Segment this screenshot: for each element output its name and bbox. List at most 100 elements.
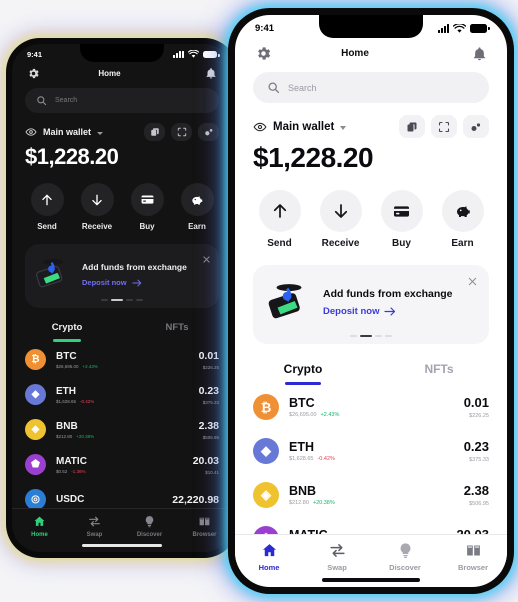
bell-icon[interactable]	[205, 67, 217, 80]
token-change: +2.43%	[320, 412, 340, 418]
nav-item-swap[interactable]: Swap	[303, 542, 371, 572]
content-tabs: Crypto NFTs	[235, 362, 507, 385]
nav-item-discover[interactable]: Discover	[371, 542, 439, 572]
app-screen-dark: 9:41 Home Search Main wallet $1,228.20 S…	[12, 44, 232, 552]
wallet-actions	[144, 123, 219, 141]
bottom-nav: Home Swap Discover Browser	[12, 508, 232, 540]
token-info: MATIC $0.52 -1.36%	[56, 456, 193, 474]
wallet-selector[interactable]: Main wallet	[253, 120, 347, 134]
carousel-dot[interactable]	[375, 334, 382, 337]
carousel-dot-active[interactable]	[111, 298, 123, 301]
table-row[interactable]: ◆ ETH $1,628.65 -0.42% 0.23 $375.33	[12, 377, 232, 412]
close-icon[interactable]	[467, 274, 478, 292]
nav-item-home[interactable]: Home	[12, 515, 67, 538]
close-icon[interactable]	[202, 251, 211, 269]
buy-button[interactable]: Buy	[380, 190, 423, 249]
phone-deposit-illustration	[265, 279, 313, 326]
token-list: ₿ BTC $26,695.00 +2.43% 0.01 $226.25 ◆ E…	[12, 342, 232, 508]
search-bar[interactable]: Search	[253, 72, 489, 103]
carousel-dot[interactable]	[350, 334, 357, 337]
nav-label: Browser	[192, 532, 217, 538]
credit-card-icon	[380, 190, 423, 232]
token-amount: 0.23	[198, 384, 219, 397]
page-title: Home	[341, 48, 369, 59]
tab-nfts[interactable]: NFTs	[371, 362, 507, 385]
carousel-dot[interactable]	[101, 298, 108, 301]
table-row[interactable]: ◈ BNB $212.80 +20.38% 2.38 $506.95	[235, 473, 507, 517]
battery-icon	[203, 51, 220, 58]
table-row[interactable]: ◈ BNB $212.80 +20.38% 2.38 $506.95	[12, 412, 232, 447]
status-icons	[173, 50, 220, 59]
receive-button[interactable]: Receive	[319, 190, 362, 249]
eye-icon	[253, 122, 267, 131]
browser-icon	[466, 545, 480, 556]
token-subtitle: $1,628.65 -0.42%	[56, 399, 199, 404]
table-row[interactable]: ⬟ MATIC $0.52 -1.36% 20.03 $10.41	[235, 517, 507, 534]
table-row[interactable]: ⬟ MATIC $0.52 -1.36% 20.03 $10.41	[12, 447, 232, 482]
earn-label: Earn	[451, 238, 474, 249]
earn-button[interactable]: Earn	[441, 190, 484, 249]
token-value: $226.25	[202, 364, 219, 370]
carousel-dot[interactable]	[136, 298, 143, 301]
copy-address-button[interactable]	[399, 115, 425, 138]
nav-item-home[interactable]: Home	[235, 542, 303, 572]
wallet-name: Main wallet	[273, 120, 335, 133]
send-button[interactable]: Send	[258, 190, 301, 249]
deposit-now-link[interactable]: Deposit now	[82, 278, 187, 287]
send-label: Send	[37, 222, 57, 231]
nav-item-discover[interactable]: Discover	[122, 515, 177, 538]
tab-nfts[interactable]: NFTs	[122, 322, 232, 342]
receive-button[interactable]: Receive	[80, 183, 114, 231]
gear-icon[interactable]	[255, 45, 272, 62]
buy-button[interactable]: Buy	[130, 183, 164, 231]
wallet-selector[interactable]: Main wallet	[25, 126, 104, 138]
token-symbol: BNB	[56, 420, 78, 432]
token-subtitle: $0.52 -1.36%	[56, 469, 193, 474]
tab-crypto[interactable]: Crypto	[12, 322, 122, 342]
promo-banner[interactable]: Add funds from exchange Deposit now	[25, 244, 219, 308]
earn-button[interactable]: Earn	[180, 183, 214, 231]
token-amount: 0.23	[463, 439, 489, 454]
ethereum-icon: ◆	[25, 384, 46, 405]
carousel-dot-active[interactable]	[360, 334, 372, 337]
wallet-row: Main wallet	[12, 113, 232, 141]
carousel-dot[interactable]	[126, 298, 133, 301]
token-value: $375.33	[202, 399, 219, 405]
table-row[interactable]: ₿ BTC $26,695.00 +2.43% 0.01 $226.25	[12, 342, 232, 377]
search-bar[interactable]: Search	[25, 88, 219, 113]
token-list: ₿ BTC $26,695.00 +2.43% 0.01 $226.25 ◆ E…	[235, 385, 507, 534]
app-header: Home	[235, 36, 507, 66]
connections-button[interactable]	[463, 115, 489, 138]
connections-button[interactable]	[198, 123, 219, 141]
nav-item-swap[interactable]: Swap	[67, 515, 122, 538]
table-row[interactable]: ₿ BTC $26,695.00 +2.43% 0.01 $226.25	[235, 385, 507, 429]
token-price: $212.80	[56, 433, 73, 439]
promo-text: Add funds from exchange Deposit now	[82, 262, 187, 287]
send-button[interactable]: Send	[30, 183, 64, 231]
piggy-bank-icon	[441, 190, 484, 232]
carousel-dot[interactable]	[385, 334, 392, 337]
earn-label: Earn	[188, 222, 206, 231]
bell-icon[interactable]	[472, 46, 487, 62]
promo-banner[interactable]: Add funds from exchange Deposit now	[253, 265, 489, 344]
phone-deposit-illustration	[34, 255, 72, 294]
gear-icon[interactable]	[27, 67, 40, 80]
promo-title: Add funds from exchange	[323, 288, 453, 300]
promo-title: Add funds from exchange	[82, 262, 187, 272]
table-row[interactable]: ◎ USDC 22,220.98	[12, 482, 232, 508]
nav-label: Swap	[86, 532, 103, 538]
nav-item-browser[interactable]: Browser	[177, 515, 232, 538]
swap-arrows-icon	[89, 516, 100, 527]
copy-address-button[interactable]	[144, 123, 165, 141]
deposit-now-link[interactable]: Deposit now	[323, 306, 453, 317]
scan-qr-button[interactable]	[171, 123, 192, 141]
table-row[interactable]: ◆ ETH $1,628.65 -0.42% 0.23 $375.33	[235, 429, 507, 473]
token-price: $26,695.00	[56, 363, 79, 369]
nav-item-browser[interactable]: Browser	[439, 542, 507, 572]
scan-qr-button[interactable]	[431, 115, 457, 138]
nav-label: Swap	[327, 563, 347, 572]
cellular-bars-icon	[438, 24, 449, 33]
token-amount: 0.01	[198, 349, 219, 362]
tab-crypto[interactable]: Crypto	[235, 362, 371, 385]
token-info: USDC	[56, 494, 172, 505]
